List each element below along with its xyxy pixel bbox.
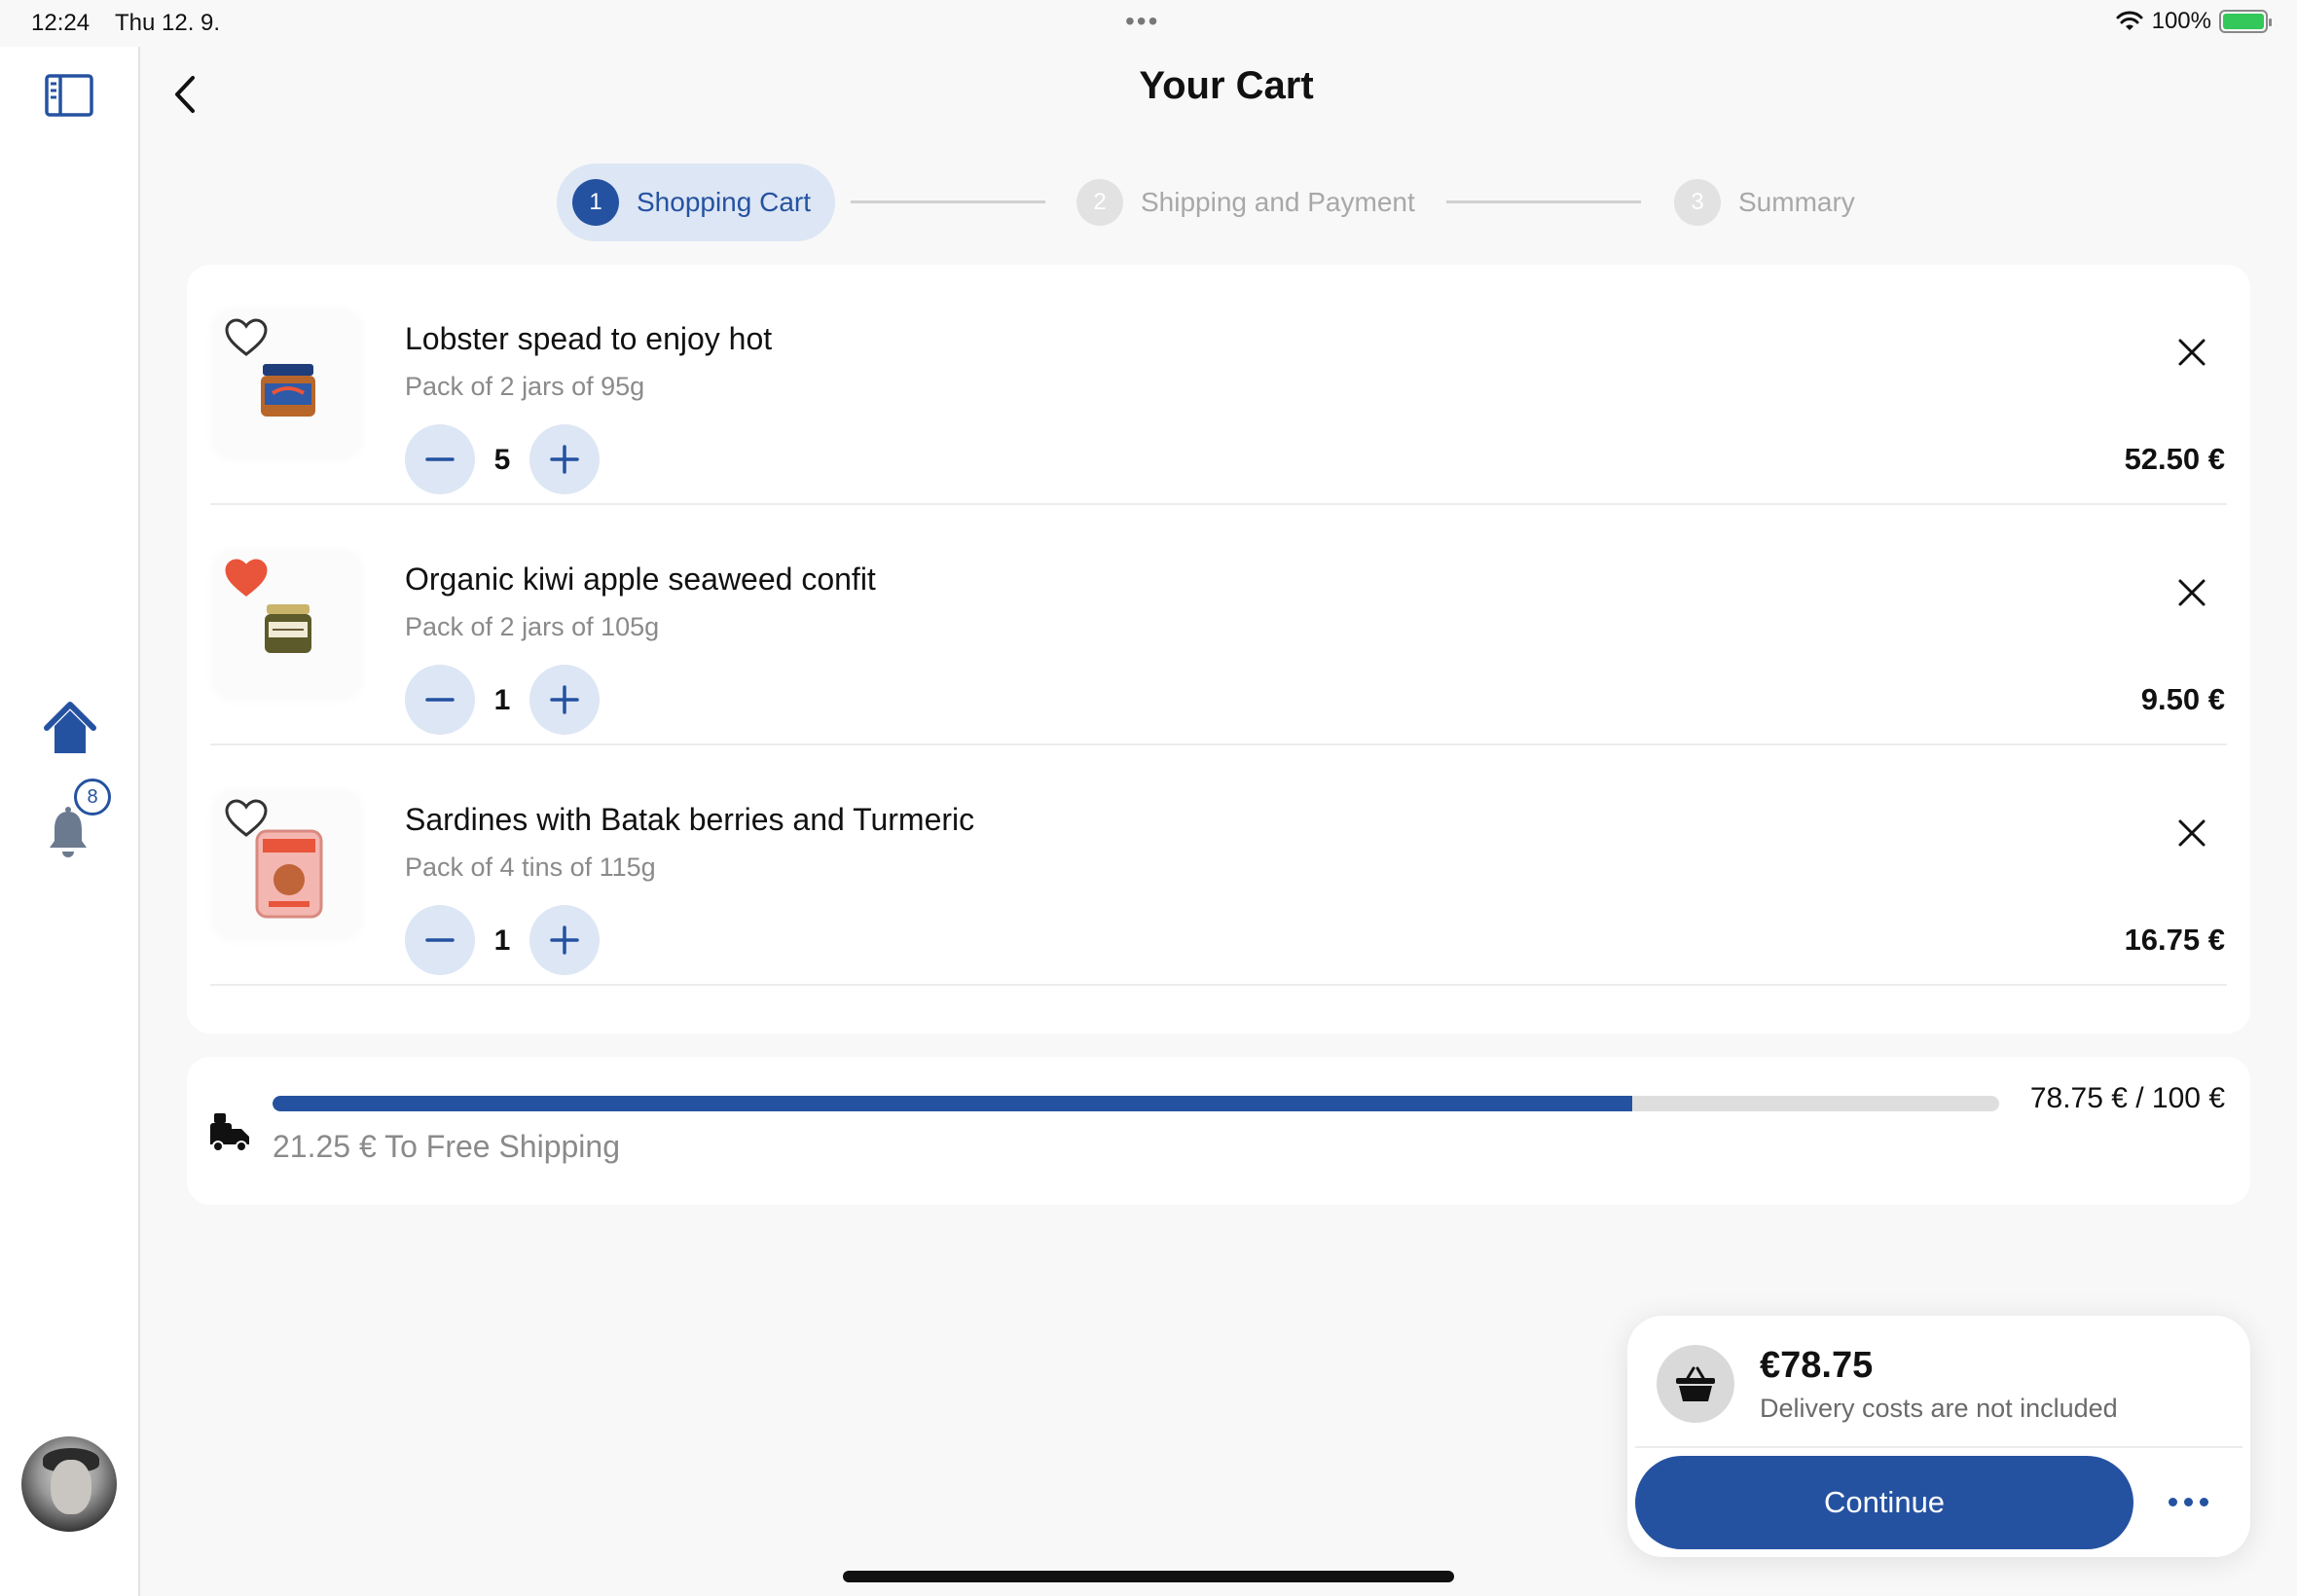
heart-outline-icon[interactable] [224, 317, 269, 358]
jar-image [265, 604, 311, 653]
product-name[interactable]: Sardines with Batak berries and Turmeric [405, 802, 974, 838]
heart-outline-icon[interactable] [224, 798, 269, 839]
product-name[interactable]: Lobster spead to enjoy hot [405, 321, 772, 357]
step-label: Shopping Cart [637, 187, 812, 217]
more-options-icon[interactable] [2169, 1487, 2217, 1516]
bell-icon[interactable] [47, 806, 90, 860]
status-date: Thu 12. 9. [115, 10, 221, 36]
decrease-quantity-button[interactable] [405, 905, 475, 975]
multitasking-dots-icon[interactable]: ••• [1125, 6, 1159, 37]
battery-icon [2219, 10, 2272, 33]
sidebar: 8 [0, 47, 140, 1596]
close-icon[interactable] [2169, 329, 2215, 376]
tin-image [255, 829, 323, 919]
battery-percent: 100% [2151, 8, 2211, 34]
increase-quantity-button[interactable] [529, 665, 600, 735]
increase-quantity-button[interactable] [529, 424, 600, 494]
step-label: Summary [1738, 187, 1855, 217]
close-icon[interactable] [2169, 569, 2215, 616]
product-description: Pack of 4 tins of 115g [405, 852, 656, 882]
quantity-value: 1 [493, 684, 511, 716]
cart-total: €78.75 [1760, 1345, 1874, 1386]
wifi-icon [2116, 11, 2143, 30]
decrease-quantity-button[interactable] [405, 665, 475, 735]
increase-quantity-button[interactable] [529, 905, 600, 975]
basket-icon [1657, 1345, 1734, 1423]
plus-icon [550, 925, 579, 955]
product-description: Pack of 2 jars of 105g [405, 612, 660, 641]
step-shopping-cart[interactable]: 1 Shopping Cart [557, 163, 835, 241]
product-price: 52.50 € [2124, 442, 2225, 476]
back-chevron-icon[interactable] [167, 70, 206, 119]
step-connector [851, 200, 1045, 203]
step-number: 1 [572, 179, 619, 226]
minus-icon [425, 698, 455, 702]
product-price: 16.75 € [2124, 923, 2225, 957]
status-time: 12:24 [31, 10, 91, 36]
home-indicator[interactable] [843, 1571, 1454, 1582]
free-shipping-progress-bar [273, 1096, 1999, 1111]
delivery-note: Delivery costs are not included [1760, 1394, 2118, 1423]
sidebar-toggle-icon[interactable] [45, 74, 93, 117]
cart-item: Organic kiwi apple seaweed confit Pack o… [210, 505, 2227, 745]
step-connector [1446, 200, 1641, 203]
plus-icon [550, 445, 579, 474]
free-shipping-remaining: 21.25 € To Free Shipping [273, 1129, 620, 1164]
step-summary[interactable]: 3 Summary [1674, 179, 1855, 226]
free-shipping-card: 78.75 € / 100 € 21.25 € To Free Shipping [187, 1057, 2250, 1205]
minus-icon [425, 938, 455, 942]
delivery-truck-icon [210, 1113, 249, 1152]
minus-icon [425, 457, 455, 461]
cart-item: Lobster spead to enjoy hot Pack of 2 jar… [210, 265, 2227, 505]
step-label: Shipping and Payment [1141, 187, 1415, 217]
step-number: 2 [1076, 179, 1123, 226]
product-description: Pack of 2 jars of 95g [405, 372, 645, 401]
close-icon[interactable] [2169, 810, 2215, 856]
progress-amount: 78.75 € / 100 € [2029, 1082, 2225, 1114]
quantity-value: 1 [493, 925, 511, 957]
quantity-value: 5 [493, 444, 511, 476]
product-name[interactable]: Organic kiwi apple seaweed confit [405, 562, 876, 598]
divider [1635, 1446, 2242, 1448]
page-title: Your Cart [1139, 64, 1314, 107]
cart-items-card: Lobster spead to enjoy hot Pack of 2 jar… [187, 265, 2250, 1034]
order-summary-panel: €78.75 Delivery costs are not included C… [1627, 1316, 2250, 1557]
status-indicators: 100% [2115, 8, 2272, 35]
plus-icon [550, 685, 579, 714]
avatar[interactable] [21, 1436, 117, 1532]
step-number: 3 [1674, 179, 1721, 226]
checkout-stepper: 1 Shopping Cart 2 Shipping and Payment 3… [557, 163, 1919, 241]
heart-filled-icon[interactable] [224, 558, 269, 598]
basket-glyph [1676, 1366, 1715, 1401]
step-shipping-payment[interactable]: 2 Shipping and Payment [1076, 179, 1415, 226]
jar-image [261, 364, 315, 417]
status-bar: 12:24 Thu 12. 9. ••• 100% [0, 0, 2297, 47]
decrease-quantity-button[interactable] [405, 424, 475, 494]
progress-fill [273, 1096, 1633, 1111]
continue-button[interactable]: Continue [1635, 1456, 2133, 1549]
home-icon[interactable] [43, 697, 113, 765]
cart-item: Sardines with Batak berries and Turmeric… [210, 745, 2227, 986]
product-price: 9.50 € [2140, 682, 2225, 716]
